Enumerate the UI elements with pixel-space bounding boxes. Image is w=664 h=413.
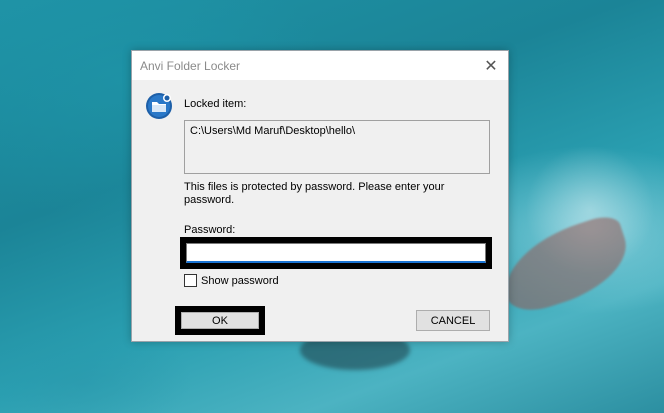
folder-locker-dialog: Anvi Folder Locker ✕ Locked item: C:\Use… bbox=[131, 50, 509, 342]
locked-item-path: C:\Users\Md Maruf\Desktop\hello\ bbox=[184, 120, 490, 174]
locked-item-label: Locked item: bbox=[184, 98, 247, 110]
show-password-label: Show password bbox=[201, 274, 279, 287]
close-icon: ✕ bbox=[484, 57, 498, 75]
ok-button-highlight: OK bbox=[175, 306, 265, 335]
close-button[interactable]: ✕ bbox=[474, 51, 508, 80]
show-password-checkbox[interactable] bbox=[184, 274, 197, 287]
protection-message: This files is protected by password. Ple… bbox=[184, 181, 445, 206]
password-input[interactable] bbox=[186, 243, 486, 263]
folder-lock-icon bbox=[146, 93, 172, 119]
dialog-title: Anvi Folder Locker bbox=[140, 58, 241, 73]
cancel-button[interactable]: CANCEL bbox=[416, 310, 490, 331]
dialog-titlebar[interactable]: Anvi Folder Locker ✕ bbox=[132, 51, 508, 80]
password-label: Password: bbox=[184, 224, 236, 236]
wallpaper-sparkle bbox=[520, 140, 660, 280]
show-password-toggle[interactable]: Show password bbox=[184, 274, 279, 287]
password-highlight bbox=[180, 237, 492, 269]
wallpaper-fin bbox=[492, 211, 638, 319]
ok-button[interactable]: OK bbox=[181, 312, 259, 329]
